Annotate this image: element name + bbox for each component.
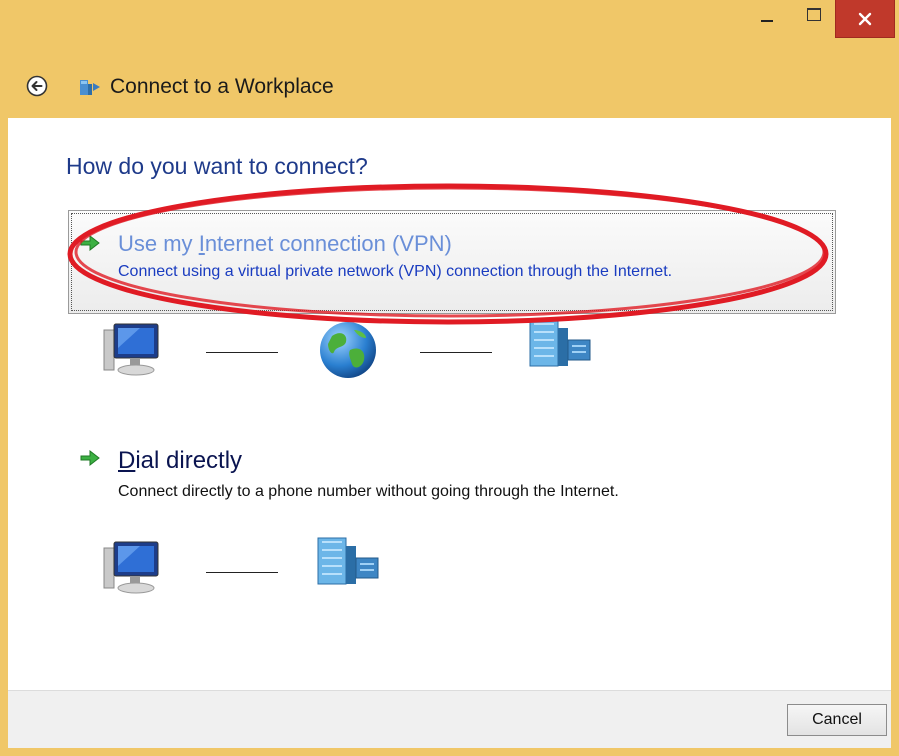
globe-icon — [320, 322, 376, 378]
content-panel — [8, 118, 891, 690]
green-arrow-icon — [80, 450, 100, 466]
connector-line — [206, 572, 278, 573]
network-workplace-icon — [80, 80, 100, 95]
maximize-icon — [807, 7, 821, 21]
maximize-button[interactable] — [794, 0, 834, 28]
page-heading: How do you want to connect? — [66, 153, 368, 179]
dialog-footer — [8, 690, 891, 748]
green-arrow-icon — [80, 235, 100, 251]
title-bar — [0, 0, 899, 56]
option-vpn-description: Connect using a virtual private network … — [118, 263, 673, 280]
option-dial-description: Connect directly to a phone number witho… — [118, 483, 619, 500]
workplace-building-icon — [317, 537, 379, 585]
window-title: Connect to a Workplace — [110, 75, 334, 98]
computer-icon — [103, 323, 159, 376]
focus-rectangle — [71, 213, 833, 311]
option-dial-title[interactable]: Dial directly — [118, 447, 242, 475]
computer-icon — [103, 541, 159, 594]
dialog-window: Connect to a Workplace How do you want t… — [0, 0, 899, 756]
option-vpn[interactable] — [68, 210, 836, 314]
connector-line — [206, 352, 278, 353]
minimize-icon — [761, 20, 773, 22]
workplace-building-icon — [529, 319, 591, 367]
close-icon — [858, 12, 872, 25]
connector-line — [420, 352, 492, 353]
cancel-button[interactable]: Cancel — [787, 704, 887, 736]
minimize-button[interactable] — [744, 0, 790, 28]
option-vpn-title[interactable]: Use my Internet connection (VPN) — [118, 231, 452, 257]
close-button[interactable] — [835, 0, 895, 38]
back-arrow-icon[interactable] — [26, 75, 48, 97]
